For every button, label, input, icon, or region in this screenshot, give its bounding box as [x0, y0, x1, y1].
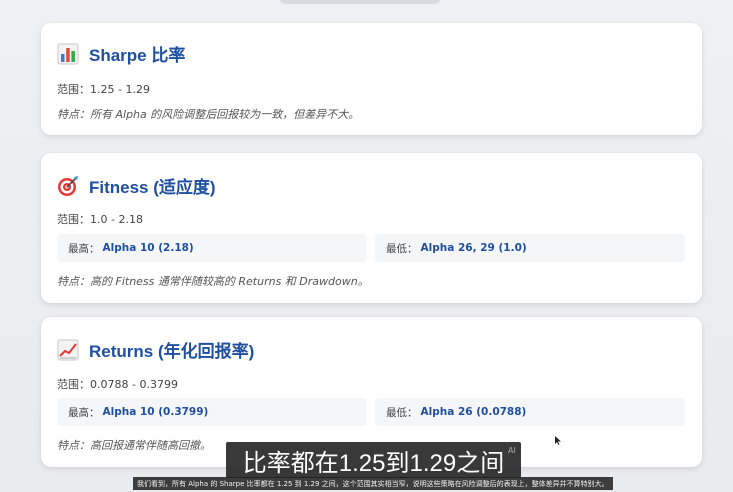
returns-note: 特点：高回报通常伴随高回撤。	[57, 439, 211, 452]
fitness-card: Fitness (适应度) 范围：1.0 - 2.18 最高： Alpha 10…	[41, 153, 702, 303]
returns-lowest-value: Alpha 26 (0.0788)	[420, 406, 527, 418]
returns-lowest: 最低： Alpha 26 (0.0788)	[375, 398, 685, 426]
fitness-title: Fitness (适应度)	[57, 173, 216, 198]
subtitle-ai-tag: AI	[508, 446, 516, 455]
fitness-note: 特点：高的 Fitness 通常伴随较高的 Returns 和 Drawdown…	[57, 275, 369, 288]
fitness-highest: 最高： Alpha 10 (2.18)	[57, 234, 367, 262]
returns-title-text: Returns (年化回报率)	[89, 342, 255, 361]
returns-title: Returns (年化回报率)	[57, 337, 254, 362]
sharpe-title: Sharpe 比率	[57, 41, 185, 66]
fitness-title-text: Fitness (适应度)	[89, 178, 216, 197]
target-dart-icon	[57, 175, 79, 197]
sharpe-note: 特点：所有 Alpha 的风险调整后回报较为一致，但差异不大。	[57, 108, 360, 121]
fitness-highest-label: 最高：	[68, 242, 100, 255]
mouse-cursor-icon	[555, 436, 561, 445]
fitness-range: 范围：1.0 - 2.18	[57, 213, 143, 226]
line-chart-up-icon	[57, 339, 79, 361]
sharpe-card: Sharpe 比率 范围：1.25 - 1.29 特点：所有 Alpha 的风险…	[41, 23, 702, 135]
subtitle-transcript: 我们看到，所有 Alpha 的 Sharpe 比率都在 1.25 到 1.29 …	[133, 477, 613, 490]
returns-lowest-label: 最低：	[386, 406, 418, 419]
fitness-lowest-value: Alpha 26, 29 (1.0)	[420, 242, 527, 254]
returns-highest: 最高： Alpha 10 (0.3799)	[57, 398, 367, 426]
fitness-highest-value: Alpha 10 (2.18)	[102, 242, 194, 254]
sharpe-range: 范围：1.25 - 1.29	[57, 83, 150, 96]
fitness-lowest: 最低： Alpha 26, 29 (1.0)	[375, 234, 685, 262]
returns-highest-label: 最高：	[68, 406, 100, 419]
sharpe-title-text: Sharpe 比率	[89, 46, 186, 65]
scrolled-content-remnant	[280, 0, 440, 4]
fitness-lowest-label: 最低：	[386, 242, 418, 255]
subtitle-banner: 比率都在1.25到1.29之间	[226, 442, 521, 478]
returns-highest-value: Alpha 10 (0.3799)	[102, 406, 209, 418]
returns-range: 范围：0.0788 - 0.3799	[57, 378, 178, 391]
bar-chart-icon	[57, 43, 79, 65]
